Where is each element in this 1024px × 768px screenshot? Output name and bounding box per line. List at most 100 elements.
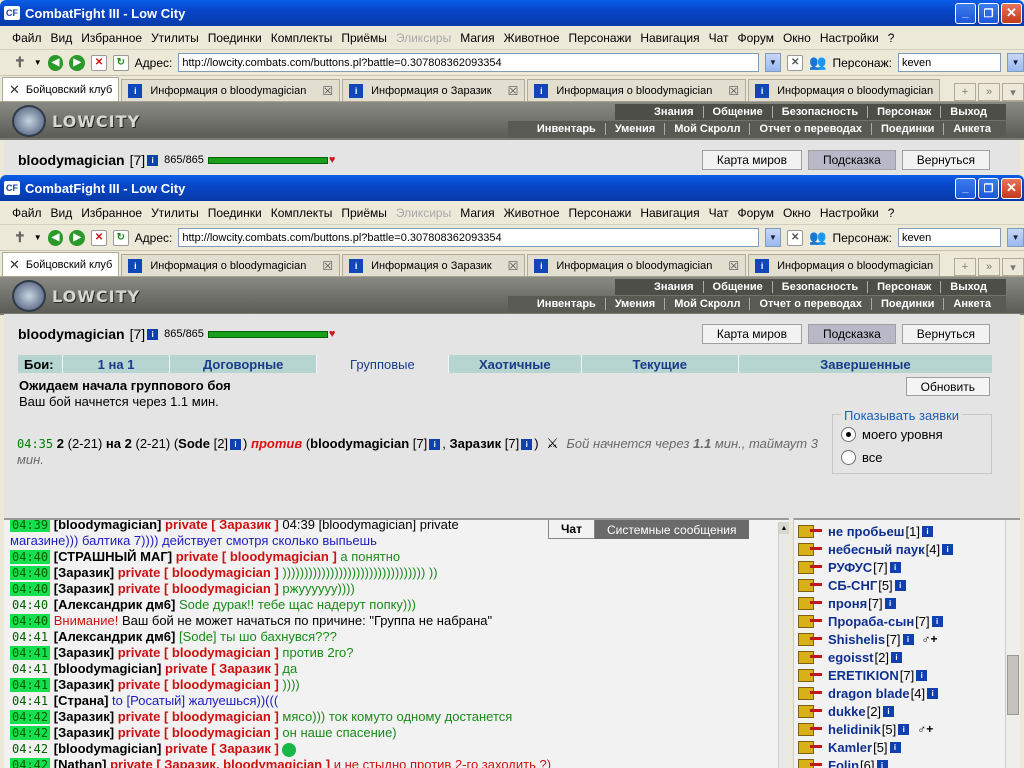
- persona-dropdown-icon[interactable]: ▼: [1007, 53, 1024, 72]
- info-icon[interactable]: i: [876, 759, 888, 768]
- menu-item[interactable]: Магия: [460, 206, 494, 220]
- info-icon[interactable]: i: [902, 633, 914, 645]
- info-icon[interactable]: i: [931, 615, 943, 627]
- top-nav-item[interactable]: Знания: [645, 106, 702, 118]
- info-icon[interactable]: i: [921, 525, 933, 537]
- online-user-name[interactable]: СБ-СНГ: [828, 578, 877, 593]
- menu-item[interactable]: Приёмы: [341, 31, 387, 45]
- info-icon[interactable]: i: [884, 597, 896, 609]
- info-icon[interactable]: i: [927, 687, 939, 699]
- tab-battle-type[interactable]: Текущие: [580, 355, 738, 373]
- top-nav-item[interactable]: Общение: [702, 106, 772, 118]
- info-icon[interactable]: i: [147, 328, 159, 340]
- persona-dropdown-icon[interactable]: ▼: [1007, 228, 1024, 247]
- close-tab-icon[interactable]: ☒: [508, 259, 519, 273]
- address-dropdown-icon[interactable]: ▼: [764, 53, 782, 72]
- online-user-name[interactable]: ERETIKION: [828, 668, 899, 683]
- refresh-icon[interactable]: ↻: [112, 229, 129, 246]
- chat-timestamp[interactable]: 04:41: [10, 646, 51, 660]
- chat-nick[interactable]: [Nathan]: [54, 757, 107, 768]
- tab-overflow-icon[interactable]: »: [978, 83, 1000, 101]
- game-logo[interactable]: LOWCITY: [12, 105, 140, 137]
- online-user-name[interactable]: не пробьеш: [828, 524, 905, 539]
- persona-select[interactable]: keven: [897, 53, 1002, 72]
- menu-item[interactable]: Поединки: [208, 206, 262, 220]
- chat-nick[interactable]: [Заразик]: [54, 565, 114, 580]
- filter-my-level[interactable]: моего уровня: [841, 427, 943, 442]
- chat-timestamp[interactable]: 04:41: [10, 630, 50, 644]
- address-input[interactable]: http://lowcity.combats.com/buttons.pl?ba…: [178, 228, 759, 247]
- online-user-name[interactable]: РУФУС: [828, 560, 872, 575]
- stop-icon[interactable]: ✕: [91, 229, 107, 246]
- info-icon[interactable]: i: [894, 579, 906, 591]
- battle-request-icon[interactable]: [798, 613, 824, 629]
- battle-request-icon[interactable]: [798, 721, 824, 737]
- chat-private-target[interactable]: private [ Заразик ]: [165, 741, 279, 756]
- info-icon[interactable]: i: [916, 669, 928, 681]
- menu-item[interactable]: Комплекты: [271, 206, 333, 220]
- battle-request-icon[interactable]: [798, 577, 824, 593]
- back-arrow-icon[interactable]: ◀: [47, 54, 64, 71]
- chat-private-target[interactable]: private [ bloodymagician ]: [118, 581, 279, 596]
- info-icon[interactable]: i: [898, 723, 910, 735]
- sub-nav-item[interactable]: Инвентарь: [528, 123, 605, 135]
- browser-tab[interactable]: i Информация о Заразик ☒: [342, 79, 526, 101]
- menu-item[interactable]: Вид: [51, 31, 73, 45]
- top-nav-item[interactable]: Безопасность: [771, 106, 867, 118]
- tab-battle-type[interactable]: 1 на 1: [61, 355, 170, 373]
- menu-item[interactable]: Настройки: [820, 206, 879, 220]
- battle-request-icon[interactable]: [798, 757, 824, 768]
- world-map-button[interactable]: Карта миров: [701, 150, 802, 170]
- player-bloodymagician[interactable]: bloodymagician: [310, 436, 409, 451]
- browser-tab[interactable]: i Информация о bloodymagician ☒: [527, 79, 747, 101]
- radio-checked-icon[interactable]: [841, 427, 856, 442]
- new-tab-icon[interactable]: +: [954, 83, 976, 101]
- chat-nick[interactable]: [СТРАШНЫЙ МАГ]: [54, 549, 172, 564]
- chat-timestamp[interactable]: 04:41: [10, 662, 50, 676]
- menu-item[interactable]: Настройки: [820, 31, 879, 45]
- tab-chat[interactable]: Чат: [548, 520, 595, 539]
- chat-nick[interactable]: [Страна]: [54, 693, 109, 708]
- friend-add-icon[interactable]: ♂+: [922, 632, 938, 646]
- sub-nav-item[interactable]: Поединки: [871, 123, 943, 135]
- pin-icon[interactable]: ✝: [12, 54, 28, 71]
- battle-request-icon[interactable]: [798, 631, 824, 647]
- tab-battle-type[interactable]: Хаотичные: [447, 355, 581, 373]
- chat-nick[interactable]: [bloodymagician]: [54, 520, 162, 532]
- top-nav-item[interactable]: Выход: [940, 106, 996, 118]
- close-tab-icon[interactable]: ✕: [9, 82, 20, 98]
- online-user-name[interactable]: Folin: [828, 758, 859, 768]
- sub-nav-item[interactable]: Отчет о переводах: [749, 123, 871, 135]
- battle-request-icon[interactable]: [798, 703, 824, 719]
- tab-list-icon[interactable]: ▾: [1002, 83, 1024, 101]
- menu-item[interactable]: Магия: [460, 31, 494, 45]
- hint-button[interactable]: Подсказка: [807, 150, 896, 170]
- battle-request-icon[interactable]: [798, 649, 824, 665]
- close-tab-icon[interactable]: ☒: [322, 259, 333, 273]
- info-icon[interactable]: i: [889, 741, 901, 753]
- menu-item[interactable]: Комплекты: [271, 31, 333, 45]
- info-icon[interactable]: i: [147, 154, 159, 166]
- chat-nick[interactable]: [Александрик дм6]: [54, 597, 176, 612]
- chat-timestamp[interactable]: 04:40: [10, 582, 51, 596]
- refresh-button[interactable]: Обновить: [905, 377, 990, 396]
- persona-select[interactable]: keven: [897, 228, 1002, 247]
- chat-timestamp[interactable]: 04:40: [10, 598, 50, 612]
- scroll-up-icon[interactable]: ▲: [779, 522, 789, 534]
- chat-nick[interactable]: [bloodymagician]: [54, 741, 162, 756]
- menu-item[interactable]: Избранное: [81, 206, 142, 220]
- menu-item[interactable]: Персонажи: [569, 31, 632, 45]
- menu-item[interactable]: Приёмы: [341, 206, 387, 220]
- menu-item[interactable]: Вид: [51, 206, 73, 220]
- online-user-name[interactable]: Shishelis: [828, 632, 885, 647]
- menu-item[interactable]: Форум: [738, 31, 774, 45]
- chat-timestamp[interactable]: 04:41: [10, 678, 51, 692]
- pin-icon[interactable]: ✝: [12, 229, 28, 246]
- address-dropdown-icon[interactable]: ▼: [764, 228, 782, 247]
- close-tab-icon[interactable]: ☒: [728, 84, 739, 98]
- back-arrow-icon[interactable]: ◀: [47, 229, 64, 246]
- close-icon[interactable]: ✕: [1001, 177, 1022, 199]
- hint-button[interactable]: Подсказка: [807, 324, 896, 344]
- online-user-name[interactable]: проня: [828, 596, 867, 611]
- sub-nav-item[interactable]: Мой Скролл: [664, 298, 749, 310]
